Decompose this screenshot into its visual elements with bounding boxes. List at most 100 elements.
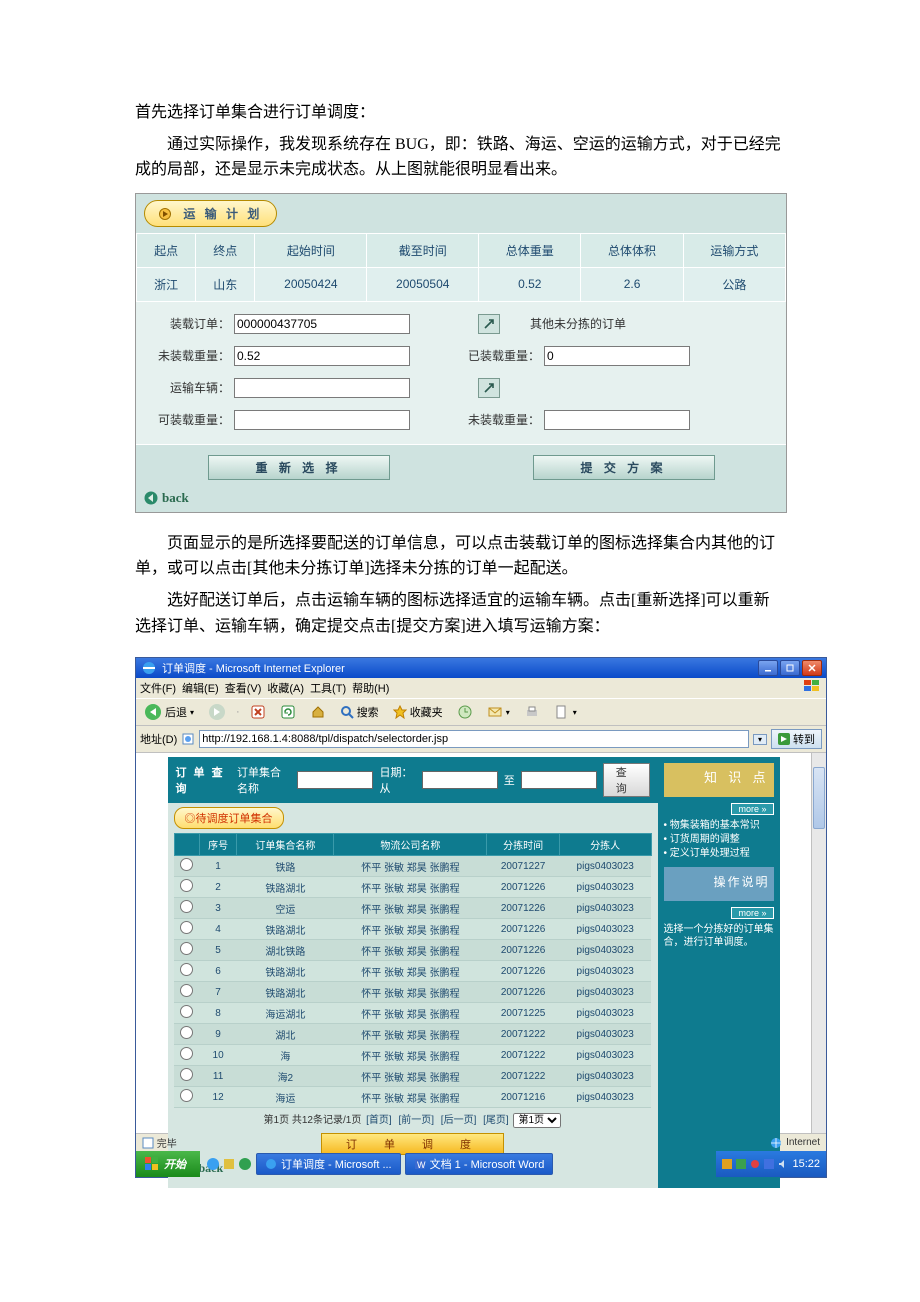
table-row[interactable]: 3空运怀平 张敏 郑昊 张鹏程20071226pigs0403023 — [174, 898, 651, 919]
history-button[interactable] — [453, 703, 477, 721]
back-circle-icon — [144, 703, 162, 721]
table-cell: 怀平 张敏 郑昊 张鹏程 — [334, 1024, 487, 1045]
table-row[interactable]: 9湖北怀平 张敏 郑昊 张鹏程20071222pigs0403023 — [174, 1024, 651, 1045]
back-link[interactable]: back — [136, 486, 786, 512]
nav-back-button[interactable]: 后退 ▾ — [140, 702, 198, 722]
submit-button[interactable]: 提 交 方 案 — [533, 455, 715, 480]
row-radio[interactable] — [180, 900, 193, 913]
pager-first[interactable]: [首页] — [366, 1115, 392, 1126]
tray-icon[interactable] — [736, 1159, 746, 1169]
knowledge-item[interactable]: 物集装箱的基本常识 — [664, 819, 774, 833]
pager-next[interactable]: [后一页] — [441, 1115, 477, 1126]
label-loaded-wt: 已装载重量： — [460, 347, 544, 364]
ie-logo-icon — [265, 1158, 277, 1170]
print-button[interactable] — [520, 703, 544, 721]
address-input[interactable] — [199, 730, 749, 748]
reset-button[interactable]: 重 新 选 择 — [208, 455, 390, 480]
table-row[interactable]: 1铁路怀平 张敏 郑昊 张鹏程20071227pigs0403023 — [174, 856, 651, 877]
table-row[interactable]: 11海2怀平 张敏 郑昊 张鹏程20071222pigs0403023 — [174, 1066, 651, 1087]
tray-icon[interactable] — [764, 1159, 774, 1169]
home-button[interactable] — [306, 703, 330, 721]
input-datefrom[interactable] — [422, 771, 498, 789]
go-button[interactable]: 转到 — [771, 729, 822, 749]
address-dropdown-icon[interactable]: ▾ — [753, 734, 767, 745]
table-cell: pigs0403023 — [559, 919, 651, 940]
table-cell — [174, 1045, 199, 1066]
menu-item[interactable]: 收藏(A) — [267, 680, 304, 696]
row-radio[interactable] — [180, 1005, 193, 1018]
tray-icon[interactable] — [722, 1159, 732, 1169]
stop-button[interactable] — [246, 703, 270, 721]
input-load-order[interactable] — [234, 314, 410, 334]
input-vehicle[interactable] — [234, 378, 410, 398]
pick-order-button[interactable] — [478, 314, 500, 334]
nav-back-label: 后退 — [165, 704, 187, 720]
taskbar-item-ie[interactable]: 订单调度 - Microsoft ... — [256, 1153, 401, 1175]
input-loaded-wt[interactable] — [544, 346, 690, 366]
input-remain-wt[interactable] — [544, 410, 690, 430]
tray-volume-icon[interactable] — [778, 1159, 788, 1169]
row-radio[interactable] — [180, 879, 193, 892]
menu-item[interactable]: 帮助(H) — [352, 680, 389, 696]
pager-select[interactable]: 第1页 — [513, 1113, 561, 1128]
table-cell: 11 — [199, 1066, 236, 1087]
table-row[interactable]: 7铁路湖北怀平 张敏 郑昊 张鹏程20071226pigs0403023 — [174, 982, 651, 1003]
menu-item[interactable]: 编辑(E) — [182, 680, 219, 696]
scroll-thumb[interactable] — [813, 767, 825, 829]
menu-item[interactable]: 文件(F) — [140, 680, 176, 696]
start-button[interactable]: 开始 — [136, 1151, 200, 1177]
row-radio[interactable] — [180, 921, 193, 934]
pager-last[interactable]: [尾页] — [483, 1115, 509, 1126]
edit-button[interactable]: ▾ — [550, 703, 581, 721]
row-radio[interactable] — [180, 984, 193, 997]
table-cell: 怀平 张敏 郑昊 张鹏程 — [334, 1045, 487, 1066]
quicklaunch-desktop-icon[interactable] — [222, 1157, 236, 1171]
table-cell: 5 — [199, 940, 236, 961]
table-row[interactable]: 6铁路湖北怀平 张敏 郑昊 张鹏程20071226pigs0403023 — [174, 961, 651, 982]
table-cell: 7 — [199, 982, 236, 1003]
maximize-button[interactable] — [780, 660, 800, 676]
table-row[interactable]: 12海运怀平 张敏 郑昊 张鹏程20071216pigs0403023 — [174, 1087, 651, 1108]
table-row[interactable]: 8海运湖北怀平 张敏 郑昊 张鹏程20071225pigs0403023 — [174, 1003, 651, 1024]
input-setname[interactable] — [297, 771, 373, 789]
search-button[interactable]: 搜索 — [336, 703, 383, 721]
refresh-button[interactable] — [276, 703, 300, 721]
tray-icon[interactable] — [750, 1159, 760, 1169]
nav-forward-button[interactable] — [204, 702, 230, 722]
close-button[interactable] — [802, 660, 822, 676]
row-radio[interactable] — [180, 1089, 193, 1102]
pager-prev[interactable]: [前一页] — [398, 1115, 434, 1126]
dispatch-order-button[interactable]: 订 单 调 度 — [321, 1133, 504, 1155]
row-radio[interactable] — [180, 1047, 193, 1060]
row-radio[interactable] — [180, 1068, 193, 1081]
vertical-scrollbar[interactable] — [811, 753, 826, 1133]
mail-button[interactable]: ▾ — [483, 703, 514, 721]
pick-vehicle-button[interactable] — [478, 378, 500, 398]
row-radio[interactable] — [180, 942, 193, 955]
menu-item[interactable]: 查看(V) — [225, 680, 262, 696]
knowledge-more-link[interactable]: more » — [731, 803, 773, 815]
menu-item[interactable]: 工具(T) — [310, 680, 346, 696]
input-capacity[interactable] — [234, 410, 410, 430]
instruction-more-link[interactable]: more » — [731, 907, 773, 919]
table-cell: 铁路湖北 — [237, 961, 334, 982]
knowledge-item[interactable]: 定义订单处理过程 — [664, 847, 774, 861]
link-other-unsorted[interactable]: 其他未分拣的订单 — [530, 315, 626, 332]
knowledge-item[interactable]: 订货周期的调整 — [664, 833, 774, 847]
quicklaunch-ie-icon[interactable] — [206, 1157, 220, 1171]
favorites-button[interactable]: 收藏夹 — [389, 703, 447, 721]
input-dateto[interactable] — [521, 771, 597, 789]
input-unloaded-wt[interactable] — [234, 346, 410, 366]
row-radio[interactable] — [180, 963, 193, 976]
favorites-label: 收藏夹 — [410, 704, 443, 720]
table-row[interactable]: 2铁路湖北怀平 张敏 郑昊 张鹏程20071226pigs0403023 — [174, 877, 651, 898]
query-button[interactable]: 查 询 — [603, 763, 650, 797]
minimize-button[interactable] — [758, 660, 778, 676]
quicklaunch-media-icon[interactable] — [238, 1157, 252, 1171]
table-row[interactable]: 5湖北铁路怀平 张敏 郑昊 张鹏程20071226pigs0403023 — [174, 940, 651, 961]
row-radio[interactable] — [180, 1026, 193, 1039]
table-row[interactable]: 4铁路湖北怀平 张敏 郑昊 张鹏程20071226pigs0403023 — [174, 919, 651, 940]
taskbar-item-word[interactable]: W 文档 1 - Microsoft Word — [405, 1153, 554, 1175]
row-radio[interactable] — [180, 858, 193, 871]
table-row[interactable]: 10海怀平 张敏 郑昊 张鹏程20071222pigs0403023 — [174, 1045, 651, 1066]
